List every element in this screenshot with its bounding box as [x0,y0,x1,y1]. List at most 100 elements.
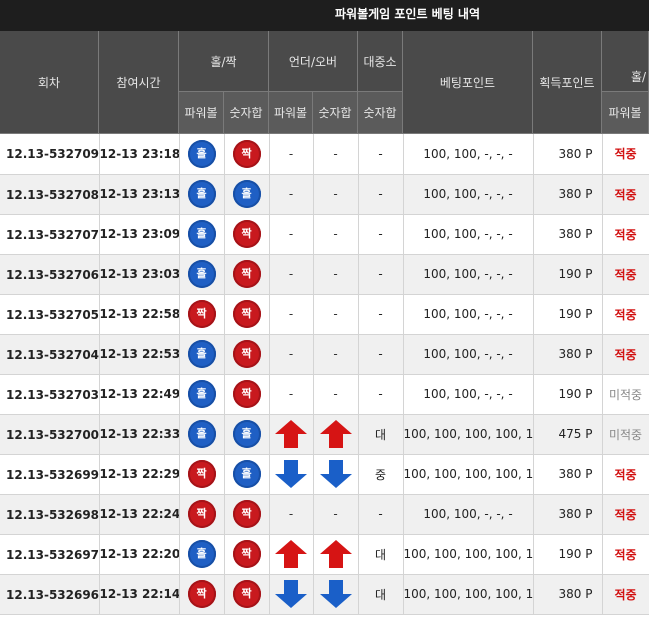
empty-dash: - [333,227,338,241]
underover-numbersum-cell [313,414,359,455]
table-row: 12.13-532705회12-13 22:58짝짝---100, 100, -… [0,294,649,335]
result-cell: 미적중 [602,414,649,455]
empty-dash: - [333,267,338,281]
even-ball-icon: 짝 [232,580,261,608]
even-ball-icon: 짝 [232,500,261,528]
result-cell: 적중 [602,454,649,495]
even-ball-icon: 짝 [187,300,216,328]
result-cell: 적중 [602,254,649,295]
underover-powerball-cell: - [269,174,314,215]
odd-ball-icon: 홀 [232,420,261,448]
table-row: 12.13-532704회12-13 22:53홀짝---100, 100, -… [0,334,649,375]
oddeven-numbersum-cell: 짝 [224,374,270,415]
round-cell: 12.13-532707회 [0,214,100,255]
even-ball-icon: 짝 [232,300,261,328]
even-ball-icon: 짝 [232,260,261,288]
size-cell: 중 [358,454,404,495]
underover-powerball-cell: - [269,214,314,255]
won-points-cell: 380 P [533,214,603,255]
empty-dash: - [333,507,338,521]
won-points-cell: 380 P [533,134,603,175]
size-cell: - [358,334,404,375]
under-arrow-down-icon [275,580,307,608]
round-cell: 12.13-532706회 [0,254,100,295]
won-points-cell: 380 P [533,454,603,495]
time-cell: 12-13 22:53 [99,334,180,375]
empty-dash: - [333,387,338,401]
oddeven-numbersum-cell: 짝 [224,494,270,535]
round-cell: 12.13-532705회 [0,294,100,335]
table-row: 12.13-532707회12-13 23:09홀짝---100, 100, -… [0,214,649,255]
subheader-underover-powerball: 파워볼 [269,92,313,134]
size-cell: 대 [358,414,404,455]
under-arrow-down-icon [319,580,352,608]
empty-dash: - [333,347,338,361]
round-cell: 12.13-532704회 [0,334,100,375]
header-won-points: 획득포인트 [533,31,602,134]
underover-numbersum-cell: - [313,334,359,375]
empty-dash: - [333,307,338,321]
table-row: 12.13-532700회12-13 22:33홀홀대100, 100, 100… [0,414,649,455]
result-cell: 적중 [602,494,649,535]
time-cell: 12-13 22:58 [99,294,180,335]
round-cell: 12.13-532703회 [0,374,100,415]
won-points-cell: 380 P [533,334,603,375]
oddeven-numbersum-cell: 짝 [224,254,270,295]
underover-numbersum-cell: - [313,254,359,295]
bet-points-cell: 100, 100, -, -, - [403,254,534,295]
even-ball-icon: 짝 [232,220,261,248]
time-cell: 12-13 23:13 [99,174,180,215]
underover-powerball-cell [269,414,314,455]
oddeven-numbersum-cell: 짝 [224,334,270,375]
empty-dash: - [288,507,294,521]
miss-label: 미적중 [608,387,643,402]
underover-powerball-cell: - [269,494,314,535]
odd-ball-icon: 홀 [187,260,216,288]
table-row: 12.13-532708회12-13 23:13홀홀---100, 100, -… [0,174,649,215]
underover-powerball-cell: - [269,334,314,375]
even-ball-icon: 짝 [187,500,216,528]
size-cell: - [358,134,404,175]
even-ball-icon: 짝 [232,340,261,368]
won-points-cell: 190 P [533,374,603,415]
miss-label: 미적중 [608,427,643,442]
underover-powerball-cell: - [269,134,314,175]
table-row: 12.13-532709회12-13 23:18홀짝---100, 100, -… [0,134,649,175]
underover-powerball-cell: - [269,374,314,415]
underover-numbersum-cell: - [313,174,359,215]
odd-ball-icon: 홀 [187,220,216,248]
hit-label: 적중 [614,587,637,602]
result-cell: 적중 [602,214,649,255]
bet-points-cell: 100, 100, 100, 100, 100 [403,454,534,495]
time-cell: 12-13 23:18 [99,134,180,175]
oddeven-numbersum-cell: 짝 [224,214,270,255]
under-arrow-down-icon [275,460,307,488]
result-cell: 미적중 [602,374,649,415]
header-bet-points: 베팅포인트 [403,31,533,134]
oddeven-powerball-cell: 홀 [179,214,225,255]
empty-dash: - [288,307,294,321]
header-oddeven: 홀/짝 [179,31,269,92]
header-extra-oddeven: 홀/ [602,61,649,92]
odd-ball-icon: 홀 [187,420,216,448]
oddeven-numbersum-cell: 짝 [224,134,270,175]
underover-numbersum-cell [313,534,359,575]
empty-dash: - [288,347,294,361]
round-cell: 12.13-532709회 [0,134,100,175]
underover-powerball-cell: - [269,294,314,335]
hit-label: 적중 [614,347,637,362]
bet-points-cell: 100, 100, -, -, - [403,494,534,535]
bet-points-cell: 100, 100, 100, 100, 100 [403,414,534,455]
oddeven-powerball-cell: 짝 [179,494,225,535]
bet-points-cell: 100, 100, -, -, - [403,294,534,335]
time-cell: 12-13 22:20 [99,534,180,575]
odd-ball-icon: 홀 [187,540,216,568]
underover-numbersum-cell: - [313,294,359,335]
oddeven-numbersum-cell: 홀 [224,174,270,215]
odd-ball-icon: 홀 [187,180,216,208]
table-row: 12.13-532696회12-13 22:14짝짝대100, 100, 100… [0,574,649,615]
oddeven-numbersum-cell: 홀 [224,414,270,455]
subheader-underover-numbersum: 숫자합 [313,92,358,134]
time-cell: 12-13 23:09 [99,214,180,255]
won-points-cell: 190 P [533,254,603,295]
